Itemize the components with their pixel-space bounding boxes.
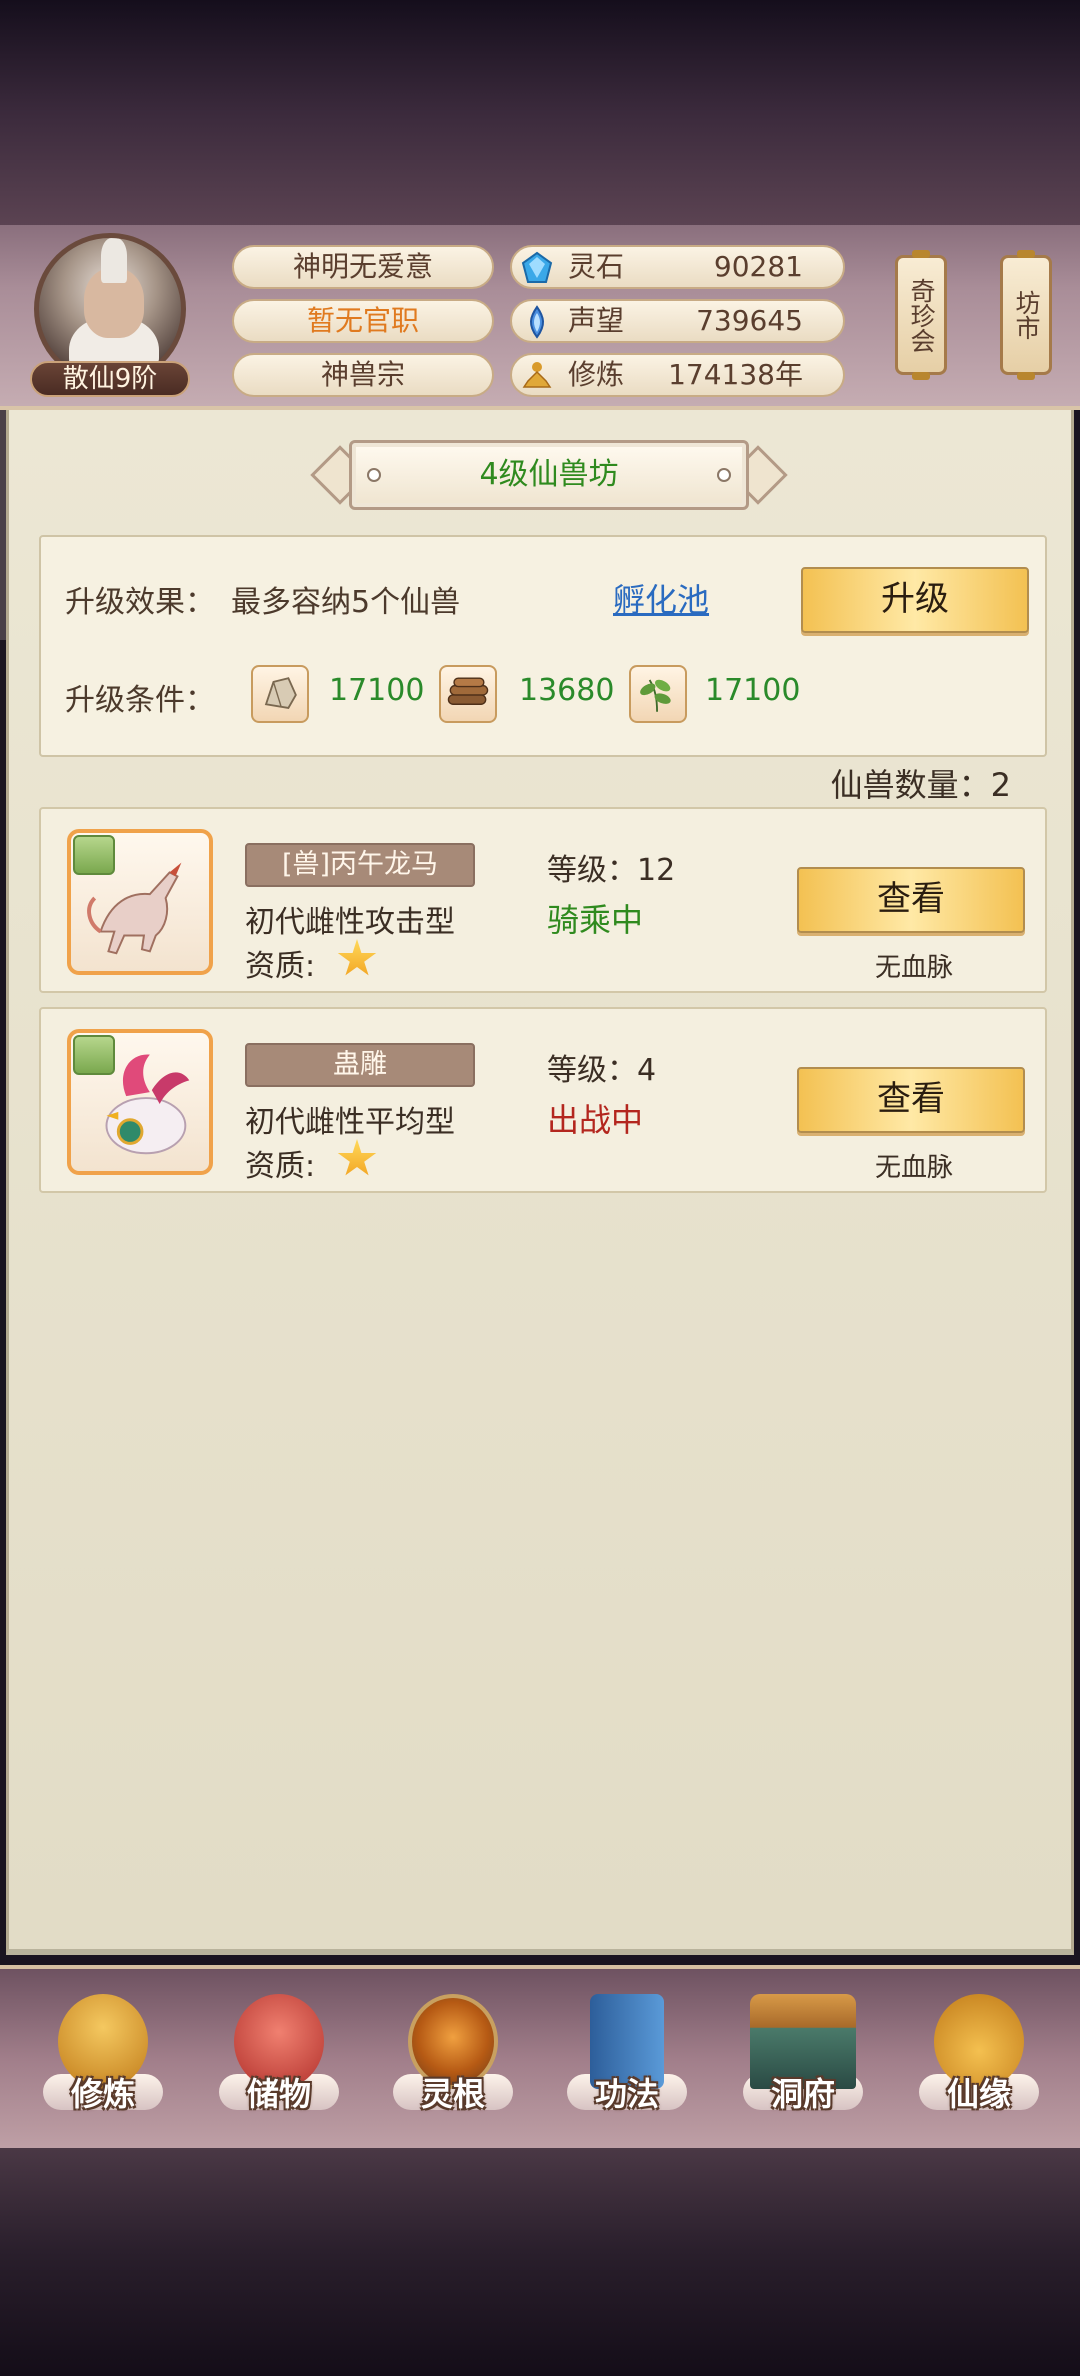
nav-storage[interactable]: 储物 bbox=[204, 1989, 354, 2139]
lock-icon bbox=[73, 1035, 115, 1075]
nav-spirit-root[interactable]: 灵根 bbox=[378, 1989, 528, 2139]
view-pet-button[interactable]: 查看 bbox=[797, 1067, 1025, 1133]
pet-name: [兽]丙午龙马 bbox=[245, 843, 475, 887]
nav-cultivate[interactable]: 修炼 bbox=[28, 1989, 178, 2139]
wood-icon-graphic bbox=[447, 677, 489, 705]
pet-portrait[interactable] bbox=[67, 829, 213, 975]
market-button[interactable]: 坊市 bbox=[1000, 250, 1052, 380]
lock-icon bbox=[73, 835, 115, 875]
meditation-icon bbox=[522, 362, 552, 388]
pet-type: 初代雌性平均型 bbox=[245, 1105, 455, 1140]
pet-quality-label: 资质: bbox=[245, 949, 316, 984]
prestige-icon bbox=[530, 305, 544, 339]
herb-icon-graphic bbox=[640, 679, 671, 712]
treasure-auction-label: 奇珍会 bbox=[907, 277, 936, 353]
upgrade-cond-label: 升级条件： bbox=[65, 683, 215, 718]
nav-manual[interactable]: 功法 bbox=[552, 1989, 702, 2139]
upgrade-button[interactable]: 升级 bbox=[801, 567, 1029, 633]
resource-cultivation: 修炼 174138年 bbox=[510, 353, 845, 397]
resource-value: 90281 bbox=[713, 250, 803, 283]
pet-bloodline: 无血脉 bbox=[875, 1153, 954, 1183]
material-value: 13680 bbox=[519, 673, 615, 708]
herb-icon[interactable] bbox=[629, 665, 687, 723]
pet-quality-label: 资质: bbox=[245, 1149, 316, 1184]
nav-cave-mansion[interactable]: 洞府 bbox=[728, 1989, 878, 2139]
nav-label: 仙缘 bbox=[946, 2075, 1011, 2113]
view-pet-button[interactable]: 查看 bbox=[797, 867, 1025, 933]
upgrade-effect-value: 最多容纳5个仙兽 bbox=[231, 585, 461, 620]
nav-immortal-fate[interactable]: 仙缘 bbox=[904, 1989, 1054, 2139]
resource-name: 灵石 bbox=[568, 250, 625, 283]
nav-label: 储物 bbox=[246, 2075, 311, 2113]
treasure-auction-button[interactable]: 奇珍会 bbox=[895, 250, 947, 380]
material-value: 17100 bbox=[705, 673, 801, 708]
pet-bloodline: 无血脉 bbox=[875, 953, 954, 983]
wood-icon[interactable] bbox=[439, 665, 497, 723]
pet-status: 骑乘中 bbox=[547, 901, 644, 939]
sect-name: 神兽宗 bbox=[232, 353, 494, 397]
upgrade-box: 升级效果： 最多容纳5个仙兽 孵化池 升级 升级条件： 17100 13680 bbox=[39, 535, 1047, 757]
avatar-container[interactable]: 散仙9阶 bbox=[28, 233, 193, 398]
avatar-hat bbox=[101, 238, 127, 283]
player-name: 神明无爱意 bbox=[232, 245, 494, 289]
rank-badge: 散仙9阶 bbox=[30, 361, 190, 397]
pet-level: 等级：4 bbox=[547, 1053, 657, 1088]
pet-status: 出战中 bbox=[547, 1101, 644, 1139]
plaque-dot-left bbox=[367, 468, 381, 482]
resource-name: 声望 bbox=[568, 304, 625, 337]
beast-workshop-panel: 4级仙兽坊 升级效果： 最多容纳5个仙兽 孵化池 升级 升级条件： 17100 … bbox=[6, 410, 1074, 1955]
nav-label: 功法 bbox=[594, 2075, 659, 2113]
pet-name: 蛊雕 bbox=[245, 1043, 475, 1087]
player-header: 散仙9阶 神明无爱意 暂无官职 神兽宗 灵石 90281 声望 739645 修… bbox=[0, 225, 1080, 410]
pet-card: [兽]丙午龙马 初代雌性攻击型 资质: 等级：12 骑乘中 查看 无血脉 bbox=[39, 807, 1047, 993]
top-background bbox=[0, 0, 1080, 225]
nav-label: 修炼 bbox=[70, 2075, 135, 2113]
star-icon bbox=[337, 1139, 377, 1176]
resource-spirit-stone: 灵石 90281 bbox=[510, 245, 845, 289]
resource-name: 修炼 bbox=[568, 358, 625, 391]
pet-type: 初代雌性攻击型 bbox=[245, 905, 455, 940]
ore-icon-graphic bbox=[264, 677, 297, 709]
resource-value: 174138年 bbox=[668, 358, 803, 391]
pet-level: 等级：12 bbox=[547, 853, 676, 888]
title-plaque: 4级仙兽坊 bbox=[309, 440, 789, 510]
nav-label: 灵根 bbox=[420, 2075, 485, 2113]
resource-value: 739645 bbox=[696, 304, 803, 337]
hatch-pool-link[interactable]: 孵化池 bbox=[613, 575, 709, 621]
official-title: 暂无官职 bbox=[232, 299, 494, 343]
star-icon bbox=[337, 939, 377, 976]
resource-prestige: 声望 739645 bbox=[510, 299, 845, 343]
pet-count: 仙兽数量：2 bbox=[830, 766, 1011, 804]
material-value: 17100 bbox=[329, 673, 425, 708]
pet-portrait[interactable] bbox=[67, 1029, 213, 1175]
bottom-background bbox=[0, 2148, 1080, 2376]
bottom-nav: 修炼 储物 灵根 功法 洞府 仙缘 bbox=[0, 1965, 1080, 2150]
pet-card: 蛊雕 初代雌性平均型 资质: 等级：4 出战中 查看 无血脉 bbox=[39, 1007, 1047, 1193]
market-label: 坊市 bbox=[1012, 290, 1041, 340]
plaque-dot-right bbox=[717, 468, 731, 482]
upgrade-effect-label: 升级效果： bbox=[65, 585, 215, 620]
ore-icon[interactable] bbox=[251, 665, 309, 723]
spirit-stone-icon bbox=[521, 251, 553, 283]
page-title: 4级仙兽坊 bbox=[349, 440, 749, 510]
nav-label: 洞府 bbox=[770, 2075, 835, 2113]
